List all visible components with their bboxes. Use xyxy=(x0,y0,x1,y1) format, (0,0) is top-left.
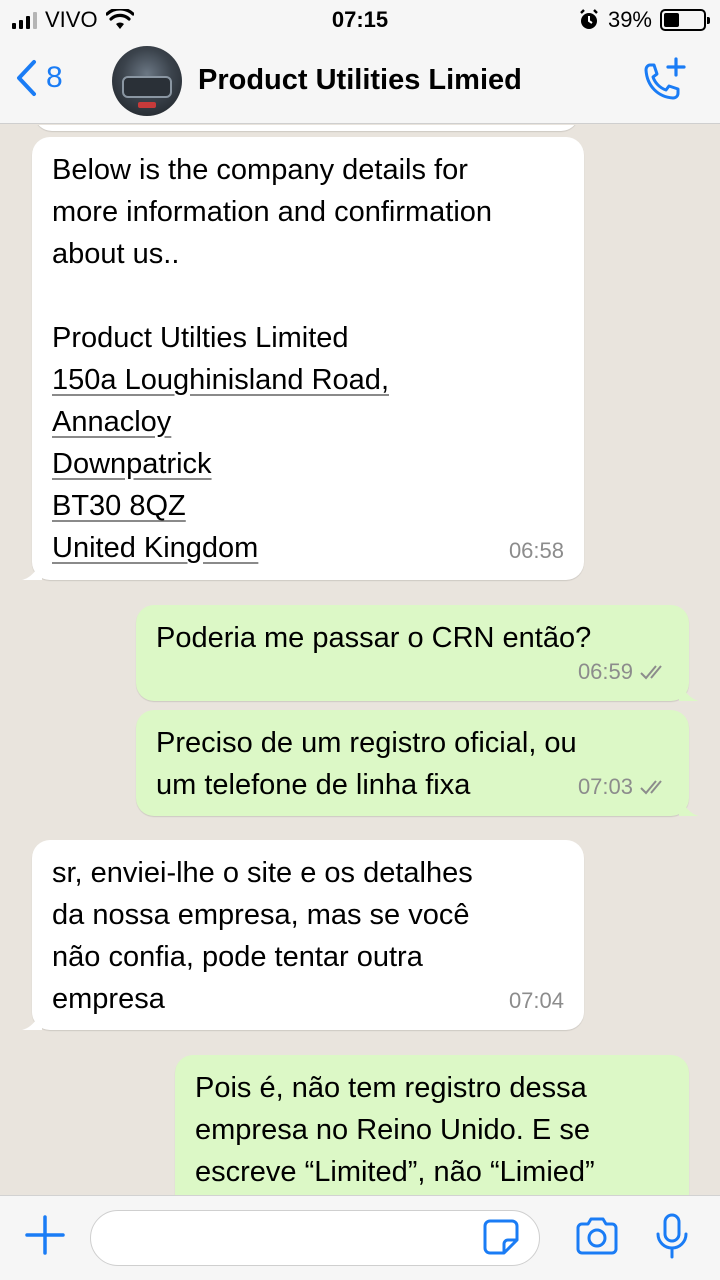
previous-message-edge xyxy=(34,125,579,131)
bubble-tail xyxy=(22,1010,42,1030)
contact-avatar[interactable] xyxy=(112,46,182,116)
sticker-icon[interactable] xyxy=(482,1218,520,1256)
chat-header: 8 Product Utilities Limied xyxy=(0,40,720,124)
message-text: Pois é, não tem registro dessa empresa n… xyxy=(195,1072,595,1188)
status-right: 39% xyxy=(578,7,710,33)
address-link[interactable]: Annacloy xyxy=(52,401,564,443)
address-link[interactable]: BT30 8QZ xyxy=(52,485,564,527)
input-bar xyxy=(0,1195,720,1280)
address-link[interactable]: United Kingdom xyxy=(52,527,564,569)
plus-icon[interactable] xyxy=(24,1214,66,1256)
message-line: Product Utilties Limited xyxy=(52,322,349,354)
chevron-left-icon xyxy=(17,60,36,96)
alarm-icon xyxy=(580,9,598,29)
battery-percent: 39% xyxy=(607,7,652,32)
battery-icon xyxy=(660,9,710,31)
message-incoming[interactable]: Below is the company details for more in… xyxy=(22,137,584,580)
back-button[interactable]: 8 xyxy=(14,58,63,98)
back-count: 8 xyxy=(46,61,63,94)
message-time: 07:03 xyxy=(577,774,633,799)
message-line: about us.. xyxy=(52,238,180,270)
add-call-icon[interactable] xyxy=(636,56,688,108)
bubble-tail xyxy=(679,681,699,701)
message-meta: 07:04 xyxy=(509,980,564,1022)
message-text: sr, enviei-lhe o site e os detalhes da n… xyxy=(52,857,473,1015)
address-link[interactable]: 150a Loughinisland Road, xyxy=(52,359,564,401)
status-bar: VIVO 07:15 39% xyxy=(0,0,720,40)
read-ticks-icon xyxy=(640,780,662,795)
message-time: 06:58 xyxy=(508,538,564,563)
message-outgoing[interactable]: Poderia me passar o CRN então? 06:59 xyxy=(136,605,699,701)
address-link[interactable]: Downpatrick xyxy=(52,443,564,485)
message-outgoing[interactable]: Pois é, não tem registro dessa empresa n… xyxy=(175,1055,689,1195)
bubble-tail xyxy=(679,796,699,816)
message-line: Below is the company details for xyxy=(52,154,468,186)
microphone-icon[interactable] xyxy=(654,1212,690,1260)
message-line xyxy=(52,275,564,317)
message-outgoing[interactable]: Preciso de um registro oficial, ou um te… xyxy=(136,710,699,816)
contact-name[interactable]: Product Utilities Limied xyxy=(198,64,522,97)
message-incoming[interactable]: sr, enviei-lhe o site e os detalhes da n… xyxy=(22,840,584,1030)
camera-icon[interactable] xyxy=(574,1216,620,1256)
message-time: 07:04 xyxy=(508,988,564,1013)
message-time: 06:59 xyxy=(577,659,633,684)
message-meta: 06:58 xyxy=(509,530,564,572)
bubble-tail xyxy=(22,560,42,580)
chat-area[interactable]: Below is the company details for more in… xyxy=(0,125,720,1195)
read-ticks-icon xyxy=(640,665,662,680)
message-input[interactable] xyxy=(90,1210,540,1266)
message-meta: 06:59 xyxy=(578,651,669,693)
message-meta: 07:03 xyxy=(578,766,669,808)
message-line: more information and confirmation xyxy=(52,196,493,228)
